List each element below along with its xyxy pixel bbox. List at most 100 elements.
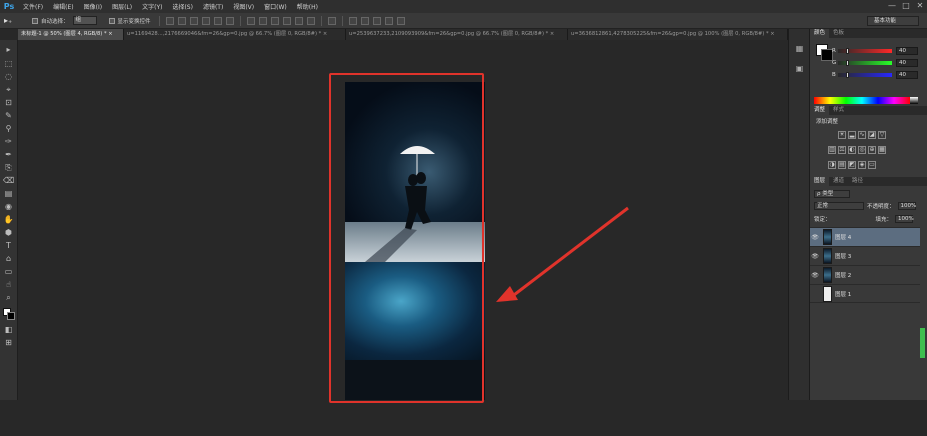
crop-tool-icon[interactable]: ⊡ xyxy=(3,97,14,108)
tab-styles[interactable]: 样式 xyxy=(829,106,848,115)
history-brush-tool-icon[interactable]: ⎘ xyxy=(3,162,14,173)
eraser-tool-icon[interactable]: ⌫ xyxy=(3,175,14,186)
distribute-right-icon[interactable] xyxy=(306,16,315,25)
slider-r-track[interactable] xyxy=(838,47,892,54)
properties-panel-icon[interactable]: ▣ xyxy=(794,63,805,74)
photo-filter-icon[interactable]: ◎ xyxy=(858,146,866,154)
slider-b-track[interactable] xyxy=(838,71,892,78)
visibility-eye-icon[interactable]: 👁 xyxy=(810,253,820,260)
minimize-button[interactable]: — xyxy=(885,0,899,13)
distribute-left-icon[interactable] xyxy=(282,16,291,25)
layer-name[interactable]: 图层 4 xyxy=(835,233,851,241)
menu-select[interactable]: 选择(S) xyxy=(167,2,198,11)
healing-brush-tool-icon[interactable]: ⚲ xyxy=(3,123,14,134)
3d-mode-icon[interactable] xyxy=(348,16,357,25)
align-bottom-icon[interactable] xyxy=(189,16,198,25)
tab-image-3[interactable]: u=3636812861,4278305225&fm=26&gp=0.jpg @… xyxy=(568,29,788,40)
slider-b-value[interactable]: 40 xyxy=(896,70,918,79)
align-vcenter-icon[interactable] xyxy=(177,16,186,25)
tab-untitled-1[interactable]: 未标题-1 @ 50% (图层 4, RGB/8) * × xyxy=(18,29,124,40)
auto-select-dropdown[interactable]: 组 xyxy=(72,16,97,25)
3d-roll-icon[interactable] xyxy=(372,16,381,25)
canvas-area[interactable] xyxy=(18,40,788,403)
layers-scrollbar[interactable] xyxy=(920,328,925,358)
clone-stamp-tool-icon[interactable]: ✒ xyxy=(3,149,14,160)
layer-kind-filter[interactable]: ρ 类型 xyxy=(814,189,850,198)
tab-color[interactable]: 颜色 xyxy=(810,29,830,38)
tab-paths[interactable]: 路径 xyxy=(848,177,867,186)
hand-tool-icon[interactable]: ☝ xyxy=(3,279,14,290)
menu-filter[interactable]: 滤镜(T) xyxy=(198,2,228,11)
layer-row[interactable]: 图层 1 xyxy=(810,284,920,303)
distribute-vcenter-icon[interactable] xyxy=(258,16,267,25)
tab-image-1[interactable]: u=1169428...,2176669046&fm=26&gp=0.jpg @… xyxy=(124,29,346,40)
eyedropper-tool-icon[interactable]: ✎ xyxy=(3,110,14,121)
distribute-bottom-icon[interactable] xyxy=(270,16,279,25)
menu-help[interactable]: 帮助(H) xyxy=(292,2,323,11)
3d-rotate-icon[interactable] xyxy=(360,16,369,25)
black-white-icon[interactable]: ◐ xyxy=(848,146,856,154)
slider-r-value[interactable]: 40 xyxy=(896,46,918,55)
tab-swatches[interactable]: 色板 xyxy=(829,29,848,38)
slider-g-value[interactable]: 40 xyxy=(896,58,918,67)
curves-icon[interactable]: ∿ xyxy=(858,131,866,139)
screen-mode-icon[interactable]: ⊞ xyxy=(3,337,14,348)
slider-r-thumb[interactable] xyxy=(846,47,849,54)
layer-row[interactable]: 👁 图层 4 xyxy=(810,227,920,246)
align-left-icon[interactable] xyxy=(201,16,210,25)
slider-g-thumb[interactable] xyxy=(846,59,849,66)
3d-pan-icon[interactable] xyxy=(384,16,393,25)
quick-select-tool-icon[interactable]: ⌖ xyxy=(3,84,14,95)
align-top-icon[interactable] xyxy=(165,16,174,25)
maximize-button[interactable]: □ xyxy=(899,0,913,13)
menu-layer[interactable]: 图层(L) xyxy=(107,2,137,11)
lasso-tool-icon[interactable]: ◌ xyxy=(3,71,14,82)
path-select-tool-icon[interactable]: ⌂ xyxy=(3,253,14,264)
layer-name[interactable]: 图层 2 xyxy=(835,271,851,279)
layer-name[interactable]: 图层 3 xyxy=(835,252,851,260)
align-right-icon[interactable] xyxy=(225,16,234,25)
slider-g[interactable]: G 40 xyxy=(832,58,918,67)
hue-saturation-icon[interactable]: ▥ xyxy=(828,146,836,154)
invert-icon[interactable]: ◑ xyxy=(828,161,836,169)
vibrance-icon[interactable]: ▽ xyxy=(878,131,886,139)
move-tool-icon[interactable]: ▸ xyxy=(3,44,14,55)
3d-slide-icon[interactable] xyxy=(396,16,405,25)
pen-tool-icon[interactable]: ⬢ xyxy=(3,227,14,238)
threshold-icon[interactable]: ◩ xyxy=(848,161,856,169)
auto-select-checkbox[interactable] xyxy=(32,17,38,24)
distribute-hcenter-icon[interactable] xyxy=(294,16,303,25)
levels-icon[interactable]: ▂ xyxy=(848,131,856,139)
opacity-input[interactable]: 100% xyxy=(897,201,916,210)
exposure-icon[interactable]: ◪ xyxy=(868,131,876,139)
visibility-eye-icon[interactable]: 👁 xyxy=(810,272,820,279)
tab-image-2[interactable]: u=2539637233,2109093909&fm=26&gp=0.jpg @… xyxy=(346,29,568,40)
channel-mixer-icon[interactable]: ⊕ xyxy=(868,146,876,154)
gradient-tool-icon[interactable]: ▤ xyxy=(3,188,14,199)
auto-align-icon[interactable] xyxy=(327,16,336,25)
visibility-eye-icon[interactable]: 👁 xyxy=(810,234,820,241)
marquee-tool-icon[interactable]: ⬚ xyxy=(3,58,14,69)
type-tool-icon[interactable]: T xyxy=(3,240,14,251)
menu-edit[interactable]: 编辑(E) xyxy=(48,2,78,11)
zoom-tool-icon[interactable]: ⌕ xyxy=(3,292,14,303)
tab-adjustments[interactable]: 调整 xyxy=(810,106,830,115)
brush-tool-icon[interactable]: ✑ xyxy=(3,136,14,147)
menu-image[interactable]: 图像(I) xyxy=(79,2,107,11)
shape-tool-icon[interactable]: ▭ xyxy=(3,266,14,277)
history-panel-icon[interactable]: ▦ xyxy=(794,43,805,54)
posterize-icon[interactable]: ▤ xyxy=(838,161,846,169)
quick-mask-icon[interactable]: ◧ xyxy=(3,324,14,335)
tab-channels[interactable]: 通道 xyxy=(829,177,848,186)
slider-b-thumb[interactable] xyxy=(846,71,849,78)
slider-g-track[interactable] xyxy=(838,59,892,66)
background-color-swatch[interactable] xyxy=(7,312,15,320)
show-transform-checkbox[interactable] xyxy=(108,17,115,24)
color-lookup-icon[interactable]: ▦ xyxy=(878,146,886,154)
selective-color-icon[interactable]: ◈ xyxy=(858,161,866,169)
brightness-icon[interactable]: ☀ xyxy=(838,131,846,139)
move-tool-preset-icon[interactable]: ▸₊ xyxy=(4,15,26,27)
slider-r[interactable]: R 40 xyxy=(832,46,918,55)
menu-window[interactable]: 窗口(W) xyxy=(259,2,292,11)
tab-layers[interactable]: 图层 xyxy=(810,177,830,186)
